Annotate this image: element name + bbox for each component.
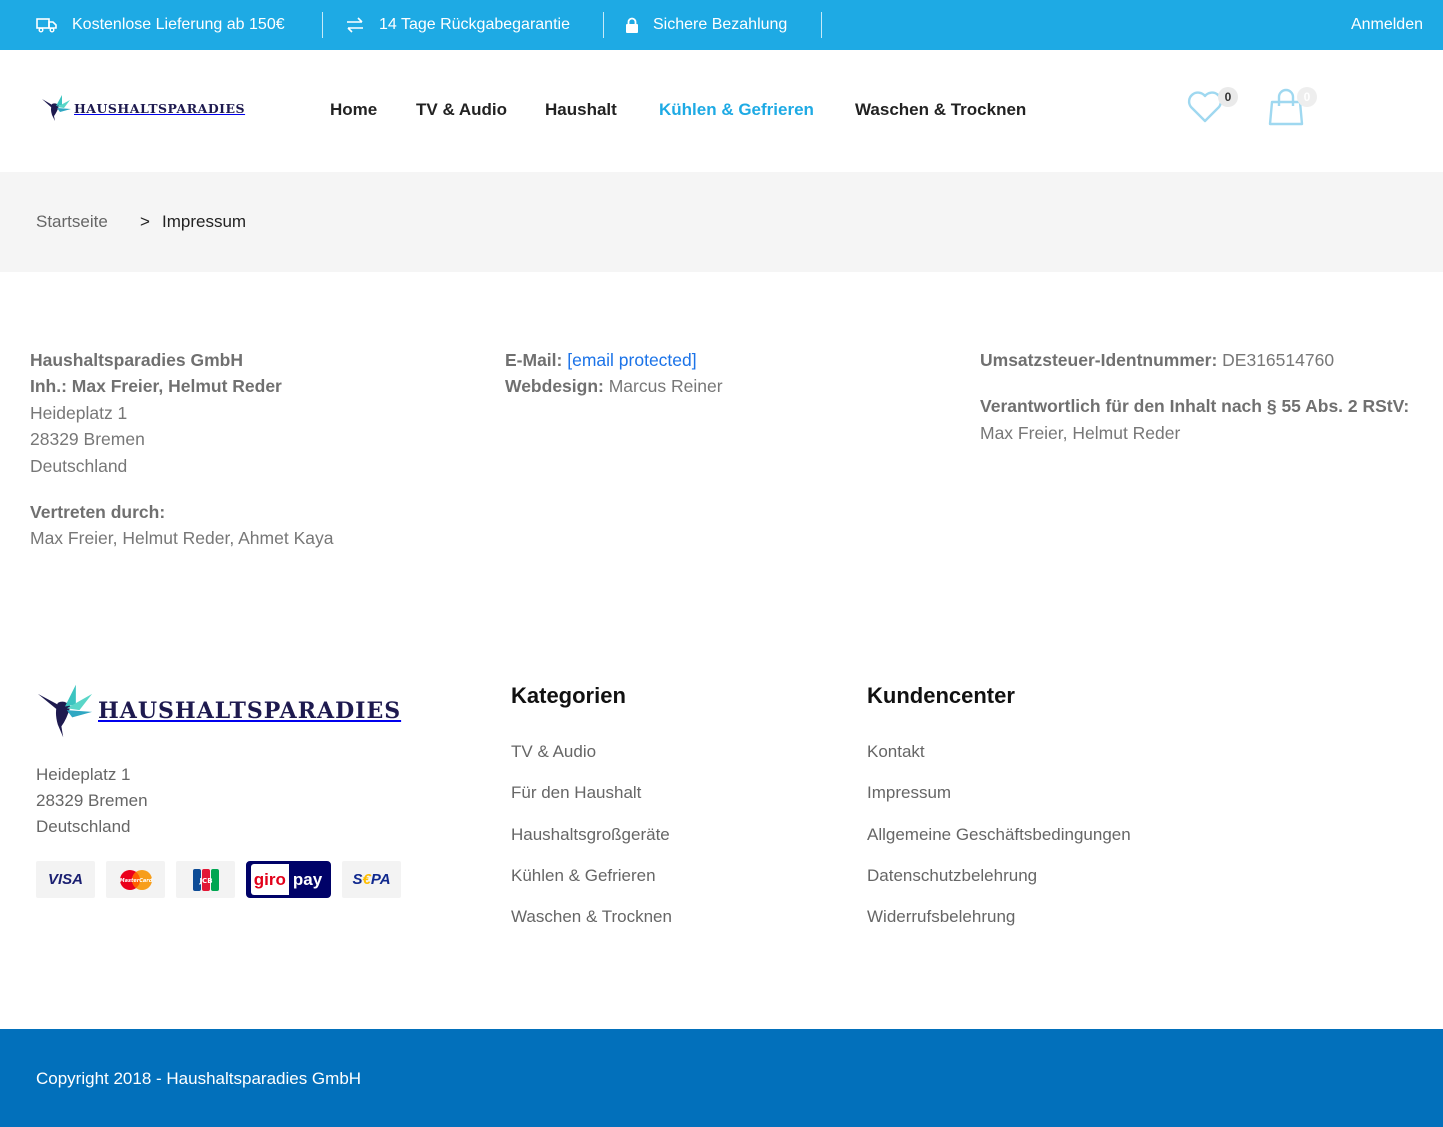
imprint-contact-column: E-Mail: [email protected] Webdesign: Mar…: [505, 347, 723, 420]
nav-home[interactable]: Home: [330, 100, 377, 120]
list-item: Kühlen & Gefrieren: [511, 866, 672, 907]
payment-methods: VISA MasterCard JCB giro pay S € PA: [36, 861, 412, 898]
mastercard-icon: MasterCard: [119, 869, 152, 890]
list-item: Kontakt: [867, 742, 1131, 783]
footer-link-kontakt[interactable]: Kontakt: [867, 742, 925, 761]
list-item: Datenschutzbelehrung: [867, 866, 1131, 907]
list-item: Impressum: [867, 783, 1131, 824]
giropay-logo: giro pay: [246, 861, 331, 898]
footer-categories-heading: Kategorien: [511, 683, 626, 708]
footer-link-tv-audio[interactable]: TV & Audio: [511, 742, 596, 761]
truck-icon: [36, 18, 57, 33]
footer-link-datenschutz[interactable]: Datenschutzbelehrung: [867, 866, 1037, 885]
lock-icon: [626, 17, 638, 33]
footer-logo-text: HAUSHALTSPARADIES: [98, 698, 402, 724]
svg-text:MasterCard: MasterCard: [119, 878, 152, 884]
vat-value: DE316514760: [1222, 350, 1335, 370]
wishlist-count-badge: 0: [1218, 87, 1238, 107]
company-owners: Inh.: Max Freier, Helmut Reder: [30, 376, 282, 397]
webdesign-label: Webdesign:: [505, 376, 604, 397]
breadcrumb-current: Impressum: [162, 212, 247, 231]
logo-text: HAUSHALTSPARADIES: [74, 100, 246, 116]
webdesign-value: Marcus Reiner: [608, 376, 723, 397]
list-item: Haushaltsgroßgeräte: [511, 825, 672, 866]
company-street: Heideplatz 1: [30, 402, 128, 423]
footer-link-agb[interactable]: Allgemeine Geschäftsbedingungen: [867, 825, 1131, 844]
returns-text: 14 Tage Rückgabegarantie: [379, 16, 570, 33]
login-link[interactable]: Anmelden: [1351, 0, 1423, 50]
shipping-text: Kostenlose Lieferung ab 150€: [72, 16, 285, 33]
cart-button[interactable]: 0: [1267, 87, 1317, 131]
exchange-icon: [347, 17, 363, 33]
site-header: HAUSHALTSPARADIES Home TV & Audio Hausha…: [0, 50, 1443, 172]
imprint-legal-column: Umsatzsteuer-Identnummer: DE316514760 Ve…: [980, 347, 1409, 466]
represented-label: Vertreten durch:: [30, 502, 166, 523]
footer-country: Deutschland: [36, 817, 131, 836]
hummingbird-logo-icon: [37, 684, 93, 738]
svg-text:JCB: JCB: [198, 877, 212, 885]
top-bar: Kostenlose Lieferung ab 150€ 14 Tage Rüc…: [0, 0, 1443, 50]
footer-address: Heideplatz 1 28329 Bremen Deutschland: [36, 762, 148, 840]
copyright-text: Copyright 2018 - Haushaltsparadies GmbH: [36, 1069, 362, 1088]
list-item: Widerrufsbelehrung: [867, 907, 1131, 948]
list-item: TV & Audio: [511, 742, 672, 783]
list-item: Für den Haushalt: [511, 783, 672, 824]
site-logo[interactable]: HAUSHALTSPARADIES: [40, 94, 245, 122]
responsible-label: Verantwortlich für den Inhalt nach § 55 …: [980, 396, 1410, 417]
returns-info: 14 Tage Rückgabegarantie: [345, 0, 570, 50]
wishlist-button[interactable]: 0: [1186, 87, 1238, 129]
divider: [603, 12, 604, 38]
payment-info: Sichere Bezahlung: [625, 0, 787, 50]
breadcrumb-separator: >: [140, 212, 150, 231]
vat-label: Umsatzsteuer-Identnummer:: [980, 350, 1218, 370]
list-item: Waschen & Trocknen: [511, 907, 672, 948]
footer-logo[interactable]: HAUSHALTSPARADIES: [36, 683, 401, 739]
footer-bottom-bar: Copyright 2018 - Haushaltsparadies GmbH: [0, 1029, 1443, 1127]
breadcrumb: Startseite > Impressum: [0, 172, 1443, 272]
footer-categories-list: TV & Audio Für den Haushalt Haushaltsgro…: [511, 742, 672, 948]
nav-kuehlen-gefrieren[interactable]: Kühlen & Gefrieren: [659, 100, 814, 120]
payment-text: Sichere Bezahlung: [653, 16, 788, 33]
footer-link-waschen[interactable]: Waschen & Trocknen: [511, 907, 672, 926]
jcb-logo: JCB: [176, 861, 235, 898]
divider: [821, 12, 822, 38]
company-city: 28329 Bremen: [30, 429, 145, 450]
footer-link-kuehlen[interactable]: Kühlen & Gefrieren: [511, 866, 656, 885]
sepa-logo: S € PA: [342, 861, 401, 898]
responsible-value: Max Freier, Helmut Reder: [980, 422, 1181, 443]
jcb-icon: JCB: [192, 868, 219, 891]
nav-tv-audio[interactable]: TV & Audio: [416, 100, 507, 120]
shipping-info: Kostenlose Lieferung ab 150€: [36, 0, 285, 50]
visa-logo: VISA: [36, 861, 95, 898]
nav-waschen-trocknen[interactable]: Waschen & Trocknen: [855, 100, 1026, 120]
email-link[interactable]: [email protected]: [567, 350, 696, 370]
footer-customer-list: Kontakt Impressum Allgemeine Geschäftsbe…: [867, 742, 1131, 948]
breadcrumb-home-link[interactable]: Startseite: [36, 212, 108, 232]
cart-count-badge: 0: [1297, 87, 1317, 107]
email-label: E-Mail:: [505, 350, 563, 370]
represented-value: Max Freier, Helmut Reder, Ahmet Kaya: [30, 528, 334, 549]
company-name: Haushaltsparadies GmbH: [30, 350, 243, 370]
company-country: Deutschland: [30, 455, 128, 476]
footer-link-widerruf[interactable]: Widerrufsbelehrung: [867, 907, 1015, 926]
imprint-address-column: Haushaltsparadies GmbH Inh.: Max Freier,…: [30, 347, 333, 572]
nav-haushalt[interactable]: Haushalt: [545, 100, 617, 120]
hummingbird-logo-icon: [42, 95, 71, 121]
divider: [322, 12, 323, 38]
footer-street: Heideplatz 1: [36, 765, 131, 784]
footer-link-haushalt[interactable]: Für den Haushalt: [511, 783, 641, 802]
footer-city: 28329 Bremen: [36, 791, 148, 810]
footer-link-grossgeraete[interactable]: Haushaltsgroßgeräte: [511, 825, 670, 844]
mastercard-logo: MasterCard: [106, 861, 165, 898]
footer-link-impressum[interactable]: Impressum: [867, 783, 951, 802]
footer-customer-heading: Kundencenter: [867, 683, 1015, 708]
list-item: Allgemeine Geschäftsbedingungen: [867, 825, 1131, 866]
